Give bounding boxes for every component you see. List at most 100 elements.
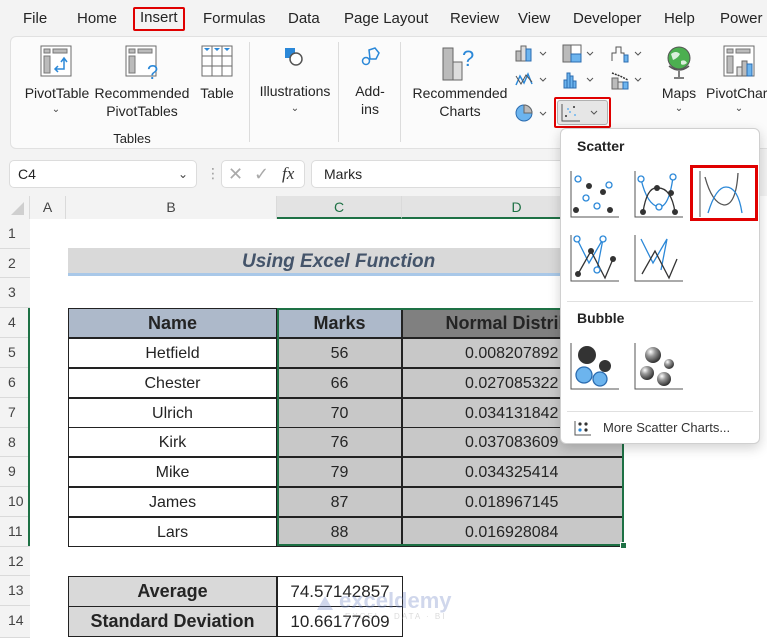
scatter-smooth-lines-markers-option[interactable] <box>631 165 685 221</box>
row-header-5[interactable]: 5 <box>0 338 30 368</box>
enter-check-icon[interactable]: ✓ <box>254 161 269 187</box>
tab-data[interactable]: Data <box>283 8 325 30</box>
tab-review[interactable]: Review <box>445 8 504 30</box>
tab-file[interactable]: File <box>18 8 52 30</box>
hierarchy-chart-button[interactable] <box>562 44 604 66</box>
tab-formulas[interactable]: Formulas <box>198 8 271 30</box>
bubble-section-title: Bubble <box>577 310 625 326</box>
scatter-smooth-markers-icon <box>634 171 683 218</box>
dropdown-separator <box>567 301 753 302</box>
row-header-4[interactable]: 4 <box>0 308 30 338</box>
scatter-markers-icon <box>570 171 619 218</box>
ribbon-separator <box>249 42 250 142</box>
chevron-down-icon: ⌄ <box>734 103 744 114</box>
table-icon <box>201 45 233 77</box>
line-chart-button[interactable] <box>515 70 557 90</box>
table-cell-name[interactable]: Mike <box>68 457 277 488</box>
recommended-pivottables-label-2: PivotTables <box>106 103 178 119</box>
select-all-corner[interactable] <box>0 196 30 219</box>
pivottable-label: PivotTable <box>24 85 90 101</box>
table-label: Table <box>200 85 234 101</box>
pivotchart-icon <box>723 45 755 77</box>
scatter-straight-lines-markers-option[interactable] <box>567 229 621 285</box>
scatter-chart-button[interactable] <box>557 100 608 125</box>
row-header-1[interactable]: 1 <box>0 219 30 249</box>
pie-chart-button[interactable] <box>515 102 557 124</box>
insert-function-icon[interactable]: fx <box>282 161 294 187</box>
row-header-6[interactable]: 6 <box>0 368 30 398</box>
scatter-chart-icon <box>561 104 598 122</box>
row-header-3[interactable]: 3 <box>0 278 30 308</box>
ribbon-separator <box>400 42 401 142</box>
tab-insert[interactable]: Insert <box>133 7 185 31</box>
formula-input-value: Marks <box>324 166 363 182</box>
row-header-10[interactable]: 10 <box>0 487 30 517</box>
row-header-8[interactable]: 8 <box>0 428 30 457</box>
more-options-icon[interactable]: ⋮ <box>206 165 220 182</box>
more-scatter-charts-link[interactable]: More Scatter Charts... <box>573 417 753 439</box>
tab-view[interactable]: View <box>513 8 555 30</box>
column-header-b[interactable]: B <box>66 196 277 219</box>
recommended-charts-icon: ? <box>442 46 474 81</box>
scatter-section-title: Scatter <box>577 138 625 154</box>
stats-label[interactable]: Standard Deviation <box>68 606 277 637</box>
waterfall-chart-button[interactable] <box>610 44 652 66</box>
scatter-smooth-lines-option[interactable] <box>696 165 750 221</box>
row-header-12[interactable]: 12 <box>0 547 30 576</box>
tab-home[interactable]: Home <box>72 8 122 30</box>
stats-value[interactable]: 74.57142857 <box>277 576 403 607</box>
table-cell-name[interactable]: Lars <box>68 516 277 547</box>
row-header-2[interactable]: 2 <box>0 249 30 278</box>
sheet-title: Using Excel Function <box>242 251 436 272</box>
recommended-pivottables-label: Recommended <box>94 85 190 101</box>
column-chart-button[interactable] <box>515 44 557 64</box>
globe-icon <box>667 46 691 79</box>
addins-icon <box>361 47 380 66</box>
column-header-c[interactable]: C <box>277 196 402 219</box>
cancel-icon[interactable]: ✕ <box>228 161 243 187</box>
bubble-option[interactable] <box>567 337 621 393</box>
row-header-9[interactable]: 9 <box>0 457 30 487</box>
table-cell-name[interactable]: Ulrich <box>68 397 277 428</box>
addins-label-2: ins <box>361 101 379 117</box>
menu-bar: File Home Insert Formulas Data Page Layo… <box>0 0 767 36</box>
column-header-a[interactable]: A <box>30 196 66 219</box>
chevron-down-icon: ⌄ <box>290 103 300 114</box>
row-header-11[interactable]: 11 <box>0 517 30 547</box>
stats-label[interactable]: Average <box>68 576 277 607</box>
scatter-straight-lines-option[interactable] <box>631 229 685 285</box>
chevron-down-icon: ⌄ <box>51 104 61 115</box>
title-banner: Using Excel Function <box>68 248 568 276</box>
fill-handle[interactable] <box>620 542 627 549</box>
table-header-name[interactable]: Name <box>68 308 277 338</box>
tab-developer[interactable]: Developer <box>568 8 646 30</box>
illustrations-icon <box>285 48 303 66</box>
table-cell-name[interactable]: Chester <box>68 367 277 398</box>
table-cell-name[interactable]: James <box>68 487 277 517</box>
tab-page-layout[interactable]: Page Layout <box>339 8 433 30</box>
ribbon-separator <box>338 42 339 142</box>
row-header-7[interactable]: 7 <box>0 398 30 428</box>
pivottable-icon <box>40 45 72 77</box>
stats-value[interactable]: 10.66177609 <box>277 606 403 637</box>
row-header-14[interactable]: 14 <box>0 606 30 638</box>
combo-chart-button[interactable] <box>610 70 652 92</box>
name-box[interactable]: C4 ⌄ <box>9 160 197 188</box>
more-scatter-icon <box>574 421 591 436</box>
scatter-straight-markers-icon <box>570 235 619 282</box>
scatter-markers-option[interactable] <box>567 165 621 221</box>
row-header-13[interactable]: 13 <box>0 576 30 606</box>
scatter-smooth-lines-icon <box>699 171 743 217</box>
tab-power[interactable]: Power <box>715 8 767 30</box>
table-cell-name[interactable]: Hetfield <box>68 338 277 368</box>
statistic-chart-button[interactable] <box>562 70 604 92</box>
bubble-chart-icon <box>570 343 619 390</box>
chevron-down-icon[interactable]: ⌄ <box>178 161 188 187</box>
table-cell-name[interactable]: Kirk <box>68 427 277 458</box>
bubble-3d-option[interactable] <box>631 337 685 393</box>
tab-help[interactable]: Help <box>659 8 700 30</box>
recommended-pivottables-icon: ? <box>125 45 158 81</box>
more-scatter-charts-label: More Scatter Charts... <box>603 420 731 435</box>
addins-label: Add- <box>355 83 385 99</box>
row-selection-indicator <box>28 308 30 546</box>
